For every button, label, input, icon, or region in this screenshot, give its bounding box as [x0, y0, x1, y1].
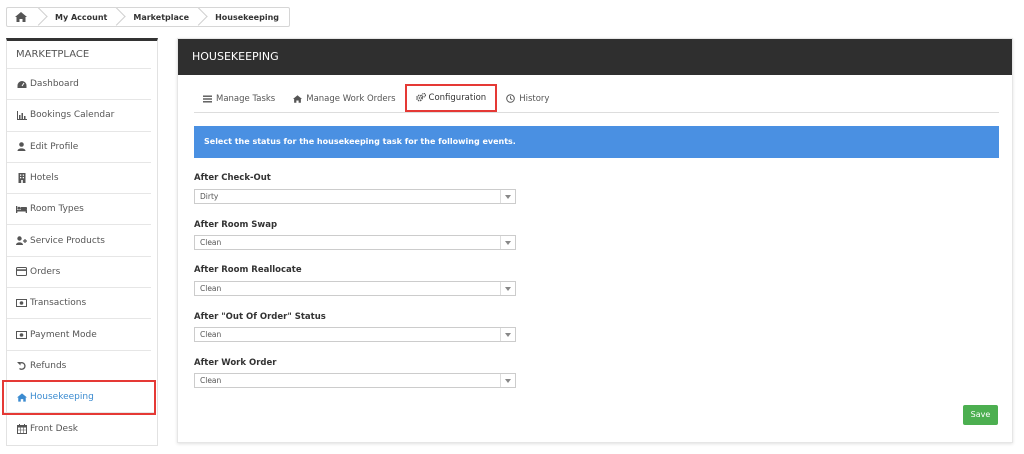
sidebar-item-label: Hotels — [30, 173, 59, 184]
sidebar-item-payment-mode[interactable]: Payment Mode — [7, 319, 151, 351]
tab-label: History — [519, 93, 550, 104]
money-icon — [16, 330, 27, 340]
after-room-reallocate-select[interactable]: Clean — [194, 281, 516, 296]
tab-history[interactable]: History — [497, 86, 558, 112]
sidebar-item-housekeeping[interactable]: Housekeeping — [2, 379, 156, 416]
tab-configuration[interactable]: Configuration — [404, 83, 498, 112]
home-icon — [15, 12, 27, 22]
after-work-order-select[interactable]: Clean — [194, 373, 516, 388]
sidebar-item-service-products[interactable]: Service Products — [7, 225, 151, 257]
after-room-reallocate-label: After Room Reallocate — [194, 265, 302, 275]
home-icon — [293, 94, 303, 103]
after-work-order-label: After Work Order — [194, 358, 277, 368]
info-message: Select the status for the housekeeping t… — [194, 126, 999, 158]
sidebar-item-label: Payment Mode — [30, 329, 97, 340]
sidebar-item-refunds[interactable]: Refunds — [7, 351, 151, 382]
sidebar-item-orders[interactable]: Orders — [7, 257, 151, 289]
page-title: HOUSEKEEPING — [178, 39, 1012, 75]
select-value: Clean — [200, 284, 222, 293]
sidebar-item-label: Dashboard — [30, 79, 79, 90]
select-value: Clean — [200, 238, 222, 247]
building-icon — [16, 173, 27, 184]
sidebar-item-label: Transactions — [30, 298, 87, 309]
cogs-icon — [415, 93, 426, 102]
sidebar: MARKETPLACE Dashboard Bookings Calendar … — [2, 38, 158, 446]
bar-chart-icon — [16, 110, 27, 120]
tab-bar: Manage Tasks Manage Work Orders Configur… — [194, 83, 999, 113]
sidebar-item-transactions[interactable]: Transactions — [7, 288, 151, 320]
breadcrumb-my-account[interactable]: My Account — [39, 8, 117, 26]
select-value: Dirty — [200, 192, 219, 201]
user-plus-icon — [16, 236, 27, 246]
calendar-icon — [16, 423, 27, 434]
chevron-down-icon — [500, 374, 515, 387]
sidebar-item-dashboard[interactable]: Dashboard — [7, 69, 151, 101]
sidebar-item-hotels[interactable]: Hotels — [7, 163, 151, 195]
undo-icon — [16, 361, 27, 371]
sidebar-item-label: Edit Profile — [30, 141, 79, 152]
sidebar-item-label: Housekeeping — [30, 392, 94, 403]
housekeeping-panel: HOUSEKEEPING Manage Tasks Manage Work Or… — [177, 38, 1013, 443]
save-button[interactable]: Save — [963, 405, 998, 425]
chevron-down-icon — [500, 328, 515, 341]
tachometer-icon — [16, 79, 27, 89]
list-icon — [203, 94, 213, 103]
sidebar-item-bookings-calendar[interactable]: Bookings Calendar — [7, 100, 151, 132]
sidebar-item-room-types[interactable]: Room Types — [7, 194, 151, 226]
after-check-out-label: After Check-Out — [194, 173, 271, 183]
tab-label: Configuration — [428, 92, 487, 103]
breadcrumb-marketplace[interactable]: Marketplace — [117, 8, 199, 26]
after-check-out-select[interactable]: Dirty — [194, 189, 516, 204]
user-icon — [16, 142, 27, 152]
sidebar-item-edit-profile[interactable]: Edit Profile — [7, 132, 151, 163]
tab-manage-tasks[interactable]: Manage Tasks — [194, 86, 284, 112]
breadcrumb-home[interactable] — [7, 8, 39, 26]
clock-icon — [506, 94, 516, 103]
sidebar-item-label: Orders — [30, 266, 61, 277]
sidebar-title: MARKETPLACE — [7, 41, 151, 69]
sidebar-item-label: Refunds — [30, 360, 67, 371]
chevron-down-icon — [500, 282, 515, 295]
tab-label: Manage Tasks — [216, 93, 276, 104]
sidebar-item-front-desk[interactable]: Front Desk — [7, 413, 151, 444]
select-value: Clean — [200, 376, 222, 385]
breadcrumb: My Account Marketplace Housekeeping — [6, 7, 290, 27]
after-out-of-order-select[interactable]: Clean — [194, 327, 516, 342]
sidebar-item-label: Front Desk — [30, 423, 78, 434]
breadcrumb-housekeeping[interactable]: Housekeeping — [199, 8, 289, 26]
after-room-swap-label: After Room Swap — [194, 220, 278, 230]
money-icon — [16, 298, 27, 308]
tab-label: Manage Work Orders — [306, 93, 396, 104]
sidebar-item-label: Service Products — [30, 235, 105, 246]
after-out-of-order-label: After "Out Of Order" Status — [194, 312, 326, 322]
chevron-down-icon — [500, 236, 515, 249]
after-room-swap-select[interactable]: Clean — [194, 235, 516, 250]
sidebar-item-label: Room Types — [30, 204, 84, 215]
select-value: Clean — [200, 330, 222, 339]
sidebar-item-label: Bookings Calendar — [30, 110, 115, 121]
home-icon — [16, 392, 27, 402]
chevron-down-icon — [500, 190, 515, 203]
tab-manage-work-orders[interactable]: Manage Work Orders — [284, 86, 404, 112]
bed-icon — [16, 204, 27, 214]
credit-card-icon — [16, 267, 27, 277]
